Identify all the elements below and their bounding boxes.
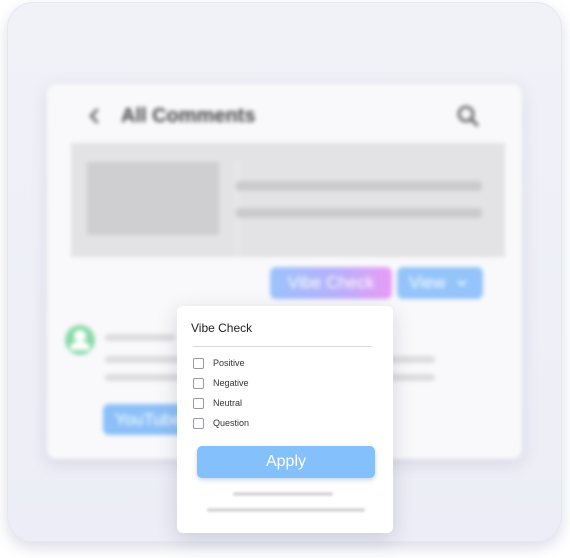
video-title-placeholder: [236, 181, 482, 191]
chevron-left-icon[interactable]: [88, 108, 100, 124]
option-negative[interactable]: Negative: [193, 376, 343, 390]
view-label: View: [409, 273, 446, 292]
comment-author-placeholder: [105, 334, 175, 341]
option-label: Positive: [213, 358, 245, 368]
placeholder-line: [233, 492, 333, 496]
option-label: Neutral: [213, 398, 243, 408]
checkbox[interactable]: [193, 377, 204, 389]
dropdown-title: Vibe Check: [191, 321, 253, 335]
placeholder-line: [207, 508, 365, 512]
option-positive[interactable]: Positive: [193, 356, 343, 370]
apply-button[interactable]: Apply: [197, 446, 375, 478]
option-label: Question: [213, 418, 250, 428]
page-title: All Comments: [121, 105, 256, 127]
checkbox[interactable]: [193, 357, 204, 369]
search-icon[interactable]: [457, 105, 479, 127]
vibe-check-dropdown: Vibe Check Positive Negative Neutral Que…: [177, 306, 393, 533]
option-neutral[interactable]: Neutral: [193, 396, 343, 410]
vibe-check-button[interactable]: Vibe Check: [270, 267, 392, 299]
option-label: Negative: [213, 378, 249, 388]
view-button[interactable]: View: [397, 267, 483, 299]
video-thumbnail: [87, 162, 219, 235]
chevron-down-icon: [457, 267, 467, 311]
video-meta-placeholder: [236, 208, 482, 218]
user-avatar-icon: [65, 325, 95, 355]
checkbox[interactable]: [193, 397, 204, 409]
checkbox[interactable]: [193, 417, 204, 429]
option-question[interactable]: Question: [193, 416, 343, 430]
divider: [193, 346, 372, 347]
